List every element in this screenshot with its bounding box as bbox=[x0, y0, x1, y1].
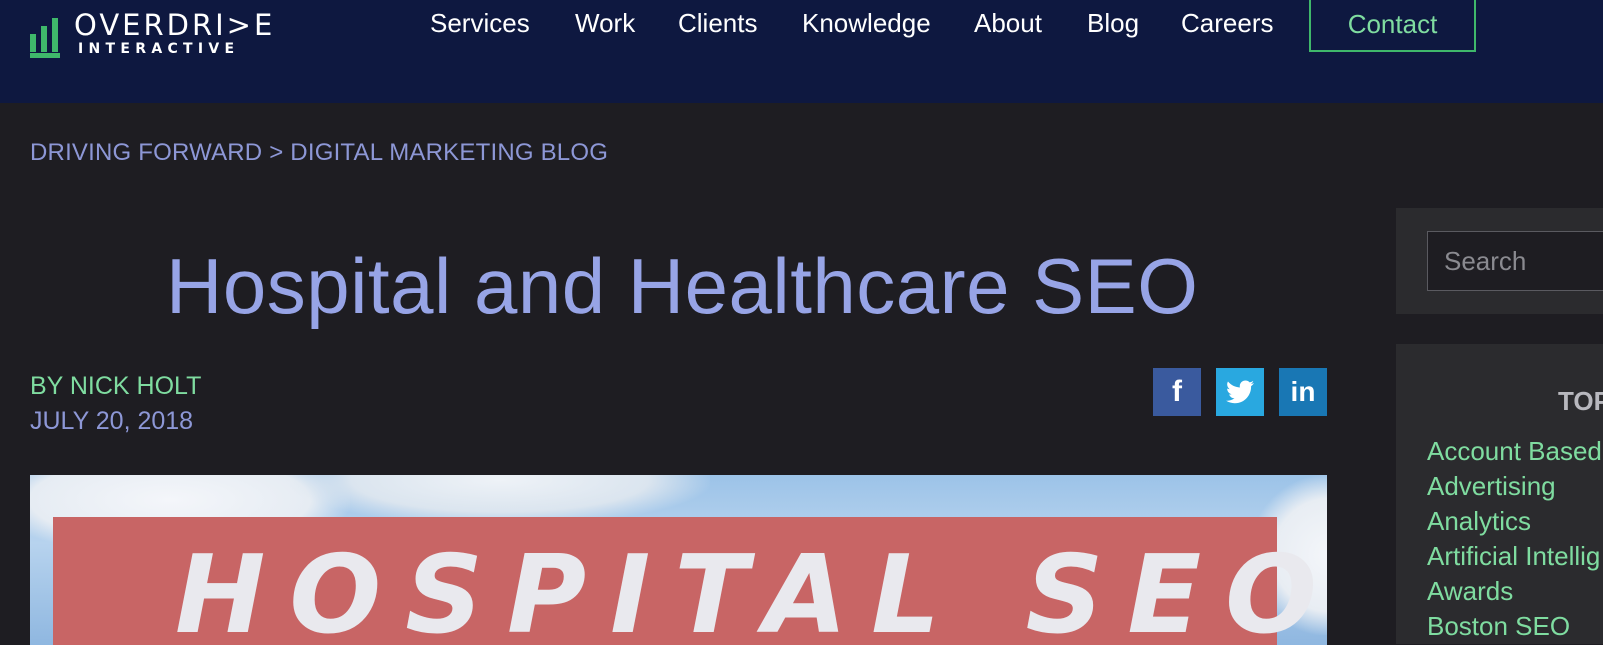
logo-bars-icon bbox=[30, 10, 60, 58]
hero-image: HOSPITAL SEO bbox=[30, 475, 1327, 645]
nav-careers[interactable]: Careers bbox=[1181, 8, 1273, 39]
topic-link[interactable]: Boston SEO bbox=[1427, 611, 1570, 642]
page-title: Hospital and Healthcare SEO bbox=[166, 242, 1199, 330]
breadcrumb-blog[interactable]: DIGITAL MARKETING BLOG bbox=[290, 139, 608, 166]
nav-services[interactable]: Services bbox=[430, 8, 530, 39]
facebook-icon: f bbox=[1172, 375, 1182, 408]
topic-link[interactable]: Account Based bbox=[1427, 436, 1602, 467]
linkedin-share-button[interactable]: in bbox=[1279, 368, 1327, 416]
topic-link[interactable]: Advertising bbox=[1427, 471, 1556, 502]
breadcrumb: DRIVING FORWARD > DIGITAL MARKETING BLOG bbox=[30, 139, 608, 167]
linkedin-icon: in bbox=[1290, 376, 1316, 407]
article-date: JULY 20, 2018 bbox=[30, 407, 194, 435]
hero-banner-text: HOSPITAL SEO bbox=[175, 533, 1327, 645]
twitter-icon bbox=[1226, 380, 1254, 404]
site-header: OVERDRI>E INTERACTIVE Services Work Clie… bbox=[0, 0, 1603, 103]
logo-subtitle: INTERACTIVE bbox=[78, 41, 240, 57]
topic-link[interactable]: Awards bbox=[1427, 576, 1513, 607]
nav-knowledge[interactable]: Knowledge bbox=[802, 8, 931, 39]
overdrive-logo[interactable]: OVERDRI>E INTERACTIVE bbox=[30, 8, 290, 58]
twitter-share-button[interactable] bbox=[1216, 368, 1264, 416]
logo-wordmark: OVERDRI>E bbox=[74, 8, 276, 42]
nav-blog[interactable]: Blog bbox=[1087, 8, 1139, 39]
nav-work[interactable]: Work bbox=[575, 8, 635, 39]
breadcrumb-driving-forward[interactable]: DRIVING FORWARD bbox=[30, 139, 262, 166]
topics-heading: TOP bbox=[1558, 386, 1603, 416]
topic-link[interactable]: Analytics bbox=[1427, 506, 1531, 537]
breadcrumb-separator: > bbox=[262, 139, 291, 166]
article-author: BY NICK HOLT bbox=[30, 372, 202, 400]
search-input[interactable] bbox=[1427, 231, 1603, 291]
topic-link[interactable]: Artificial Intellig bbox=[1427, 541, 1600, 572]
contact-button[interactable]: Contact bbox=[1309, 0, 1476, 52]
nav-about[interactable]: About bbox=[974, 8, 1042, 39]
nav-clients[interactable]: Clients bbox=[678, 8, 757, 39]
facebook-share-button[interactable]: f bbox=[1153, 368, 1201, 416]
